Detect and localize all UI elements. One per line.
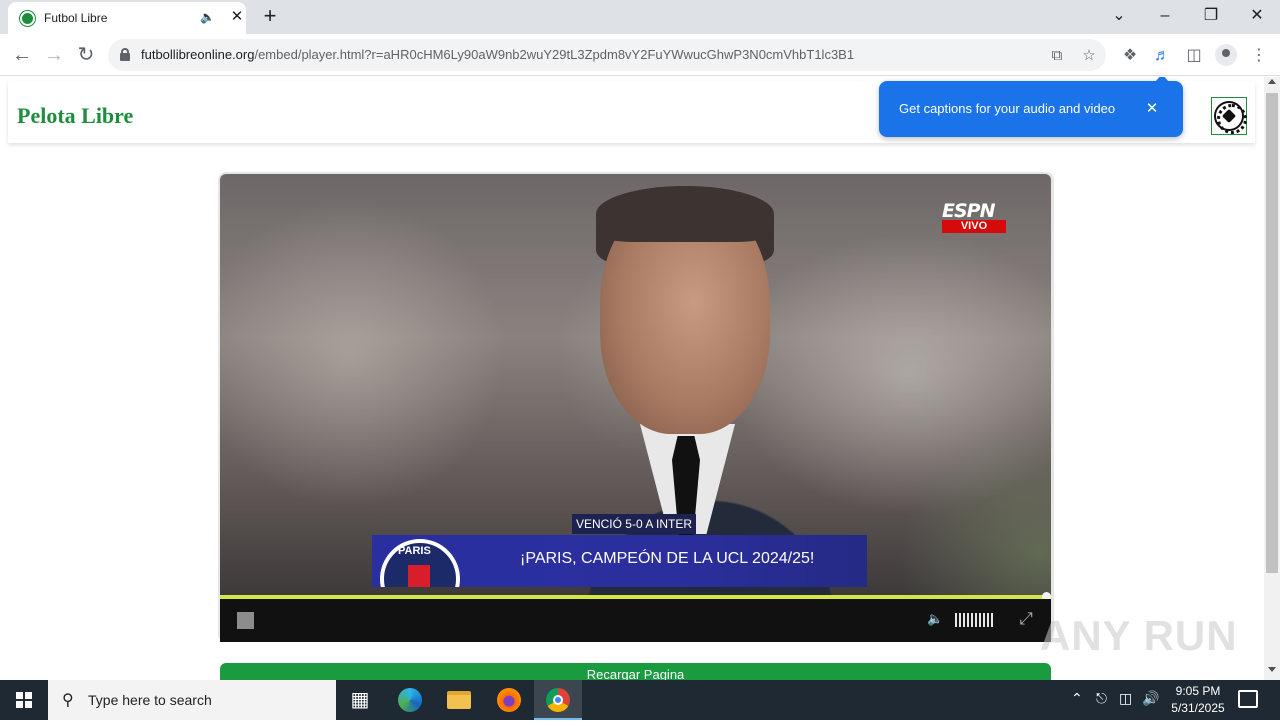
live-caption-popup: Get captions for your audio and video ✕ [879, 77, 1183, 137]
lower-third-headline: ¡PARIS, CAMPEÓN DE LA UCL 2024/25! [520, 550, 815, 567]
volume-icon[interactable]: 🔈 [927, 611, 943, 627]
caption-popup-close-icon[interactable]: ✕ [1143, 100, 1161, 118]
close-window-button[interactable]: ✕ [1242, 4, 1272, 28]
profile-avatar-icon[interactable] [1215, 44, 1237, 66]
forward-arrow-icon[interactable]: → [41, 42, 67, 68]
share-icon[interactable]: ⧉ [1046, 45, 1068, 67]
lower-third-subtitle: VENCIÓ 5-0 A INTER [572, 514, 696, 534]
search-icon: ⚲ [62, 692, 74, 709]
broadcaster-name: ESPN [942, 200, 996, 222]
windows-logo-icon [16, 692, 32, 708]
psg-crest-icon: PARIS [374, 537, 464, 587]
scroll-thumb[interactable] [1266, 93, 1278, 573]
lock-icon[interactable] [120, 48, 130, 61]
anyrun-watermark: ANY RUN [1040, 612, 1238, 659]
file-explorer-icon[interactable] [435, 680, 483, 720]
system-clock[interactable]: 9:05 PM 5/31/2025 [1160, 683, 1236, 717]
address-bar[interactable]: futbollibreonline.org/embed/player.html?… [108, 39, 1106, 71]
tray-device-icon[interactable]: ⎋ [1096, 690, 1107, 707]
tab-title: Futbol Libre [44, 11, 108, 25]
tab-search-chevron-icon[interactable]: ⌄ [1104, 4, 1134, 28]
tab-close-icon[interactable]: ✕ [228, 8, 246, 26]
soccer-ball-icon[interactable] [1211, 97, 1247, 135]
browser-tab[interactable]: Futbol Libre 🔈 ✕ [8, 2, 246, 34]
stop-icon[interactable] [237, 612, 254, 629]
clock-date: 5/31/2025 [1171, 701, 1225, 715]
fullscreen-icon[interactable]: ⤢ [1016, 609, 1036, 629]
web-page: Pelota Libre Get captions for your audio… [0, 77, 1264, 680]
windows-taskbar: ⚲ Type here to search ▦ ⌃ ⎋ ◫ 🔊 9:05 PM … [0, 680, 1280, 720]
reload-page-button[interactable]: Recargar Pagina [220, 663, 1051, 680]
taskbar-search[interactable]: ⚲ Type here to search [48, 680, 336, 720]
tab-audio-icon[interactable]: 🔈 [200, 10, 215, 24]
video-player[interactable]: ESPN VIVO VENCIÓ 5-0 A INTER PARIS ¡PARI… [220, 174, 1051, 642]
volume-slider[interactable] [955, 613, 995, 627]
site-brand[interactable]: Pelota Libre [17, 103, 133, 129]
side-panel-icon[interactable]: ◫ [1181, 43, 1207, 69]
url-text[interactable]: futbollibreonline.org/embed/player.html?… [141, 47, 854, 62]
scroll-up-arrow-icon[interactable] [1268, 79, 1276, 84]
team-badge-text: PARIS [398, 545, 431, 557]
start-button[interactable] [0, 680, 48, 720]
task-view-icon[interactable]: ▦ [336, 680, 384, 720]
scroll-down-arrow-icon[interactable] [1268, 667, 1276, 672]
edge-icon[interactable] [386, 680, 434, 720]
live-badge: VIVO [942, 220, 1006, 233]
new-tab-button[interactable]: + [258, 4, 282, 28]
speaker-icon[interactable]: 🔊 [1142, 690, 1159, 707]
menu-kebab-icon[interactable]: ⋮ [1246, 43, 1272, 69]
soccer-ball-favicon-icon [20, 11, 35, 26]
clock-time: 9:05 PM [1175, 684, 1221, 698]
minimize-button[interactable]: – [1150, 4, 1180, 28]
browser-toolbar: ← → ↻ futbollibreonline.org/embed/player… [0, 34, 1280, 76]
espn-logo: ESPN VIVO [942, 202, 1008, 234]
extensions-puzzle-icon[interactable]: ❖ [1117, 43, 1143, 69]
network-icon[interactable]: ◫ [1119, 690, 1132, 707]
tray-overflow-chevron-icon[interactable]: ⌃ [1071, 690, 1083, 707]
caption-popup-message[interactable]: Get captions for your audio and video [899, 101, 1115, 116]
player-control-bar: 🔈 ⤢ [220, 599, 1051, 642]
chrome-icon[interactable] [534, 680, 582, 720]
lower-third-bar: PARIS ¡PARIS, CAMPEÓN DE LA UCL 2024/25! [372, 535, 867, 587]
page-scrollbar[interactable] [1264, 77, 1280, 680]
video-frame-hair-top [596, 186, 774, 242]
notification-center-icon[interactable] [1238, 690, 1258, 708]
taskbar-search-placeholder: Type here to search [88, 692, 212, 708]
reload-icon[interactable]: ↻ [73, 42, 99, 68]
bookmark-star-icon[interactable]: ☆ [1078, 45, 1100, 67]
back-arrow-icon[interactable]: ← [9, 42, 35, 68]
restore-button[interactable]: ❐ [1196, 4, 1226, 28]
tab-strip: Futbol Libre 🔈 ✕ + ⌄ – ❐ ✕ [0, 0, 1280, 34]
firefox-icon[interactable] [485, 680, 533, 720]
media-controls-icon[interactable]: ♬ [1149, 43, 1175, 69]
